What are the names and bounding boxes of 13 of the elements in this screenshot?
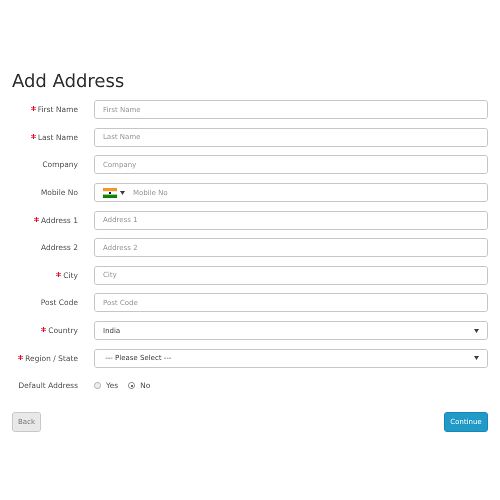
caret-icon [474, 356, 479, 360]
page-title: Add Address [12, 70, 126, 94]
required-icon [41, 327, 46, 332]
required-icon [34, 216, 39, 222]
flag-icon[interactable] [103, 188, 117, 198]
caret-icon[interactable] [120, 190, 125, 195]
radio-button[interactable] [94, 382, 101, 390]
required-icon [18, 354, 24, 360]
caret-icon [474, 328, 479, 333]
required-icon [30, 106, 36, 112]
required-icon [56, 272, 62, 277]
radio-button[interactable] [128, 382, 136, 390]
required-icon [30, 134, 36, 139]
